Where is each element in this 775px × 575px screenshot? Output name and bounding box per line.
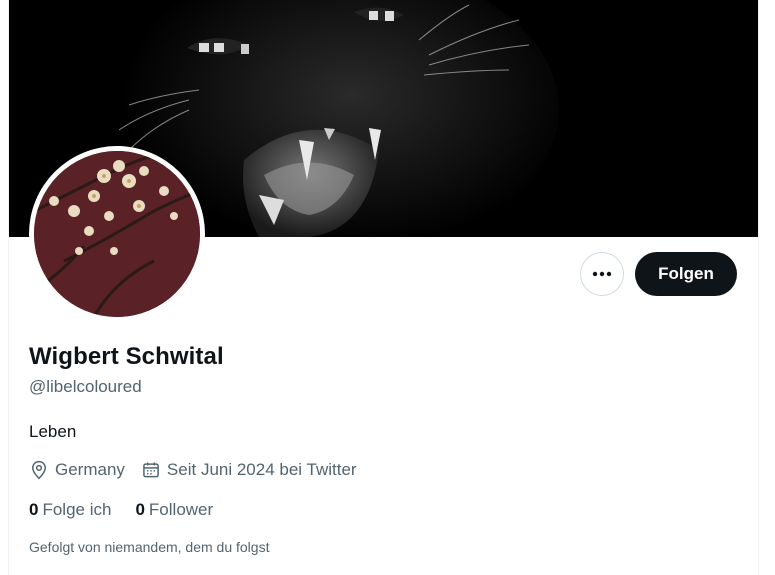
followers-link[interactable]: 0 Follower [135, 500, 213, 520]
following-count: 0 [29, 500, 39, 519]
joined-text: Seit Juni 2024 bei Twitter [166, 460, 357, 479]
more-dots-icon [592, 271, 612, 277]
followers-count: 0 [135, 500, 145, 519]
profile-page: Folgen Wigbert Schwital @libelcoloured L… [8, 0, 759, 575]
profile-bio: Leben [29, 422, 77, 441]
more-options-button[interactable] [580, 252, 624, 296]
location-text: Germany [55, 460, 125, 479]
followed-by-text: Gefolgt von niemandem, dem du folgst [29, 539, 270, 555]
location-pin-icon [31, 460, 47, 480]
profile-meta: Germany Seit Juni 2024 bei Twitter [29, 460, 373, 480]
calendar-icon [143, 462, 159, 478]
profile-name: Wigbert Schwital [29, 343, 224, 370]
avatar[interactable] [29, 146, 205, 322]
follow-button[interactable]: Folgen [635, 252, 737, 296]
location-item: Germany [29, 460, 125, 480]
following-link[interactable]: 0 Folge ich [29, 500, 111, 520]
joined-item: Seit Juni 2024 bei Twitter [141, 460, 357, 480]
profile-stats: 0 Folge ich 0 Follower [29, 500, 237, 520]
profile-handle: @libelcoloured [29, 377, 142, 396]
following-label: Folge ich [42, 500, 112, 519]
followers-label: Follower [148, 500, 214, 519]
avatar-image [34, 151, 200, 317]
